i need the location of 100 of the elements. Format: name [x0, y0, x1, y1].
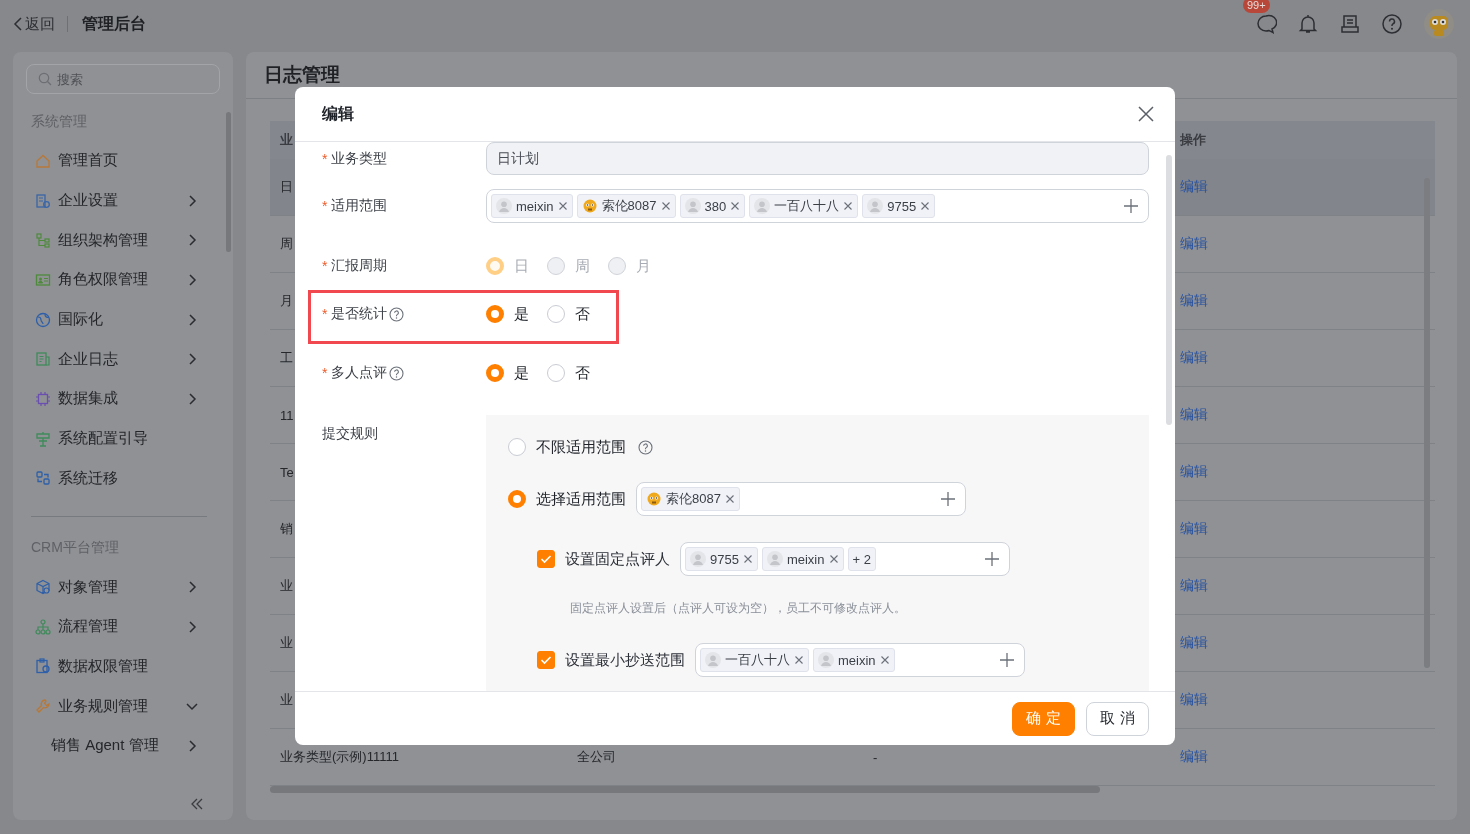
remove-icon[interactable]	[730, 201, 741, 211]
tag-select-field[interactable]: 9755 meixin + 2	[680, 542, 1010, 576]
menu-item[interactable]: 国际化	[26, 299, 220, 340]
user-tag: 一百八十八	[749, 194, 859, 218]
input-field[interactable]: 日计划	[486, 142, 1149, 175]
field-label: 适用范围	[331, 197, 388, 215]
confirm-button[interactable]: 确 定	[1012, 701, 1075, 736]
cancel-button[interactable]: 取 消	[1086, 701, 1149, 736]
field-label: 多人点评	[331, 364, 388, 382]
checkbox[interactable]	[537, 550, 555, 568]
table-cell-text: 业	[280, 634, 294, 652]
close-button[interactable]	[1138, 106, 1154, 122]
bell-icon[interactable]	[1297, 13, 1319, 35]
user-tag: meixin	[491, 194, 573, 218]
add-icon[interactable]	[984, 551, 1000, 567]
required-mark: *	[322, 365, 328, 381]
home-icon	[35, 152, 51, 169]
remove-icon[interactable]	[724, 494, 735, 504]
required-mark: *	[322, 198, 328, 214]
user-avatar-icon[interactable]	[1423, 8, 1455, 40]
chat-icon[interactable]	[1255, 13, 1277, 35]
menu-item[interactable]: 组织架构管理	[26, 220, 220, 261]
user-tag: 9755	[685, 547, 758, 571]
more-count: + 2	[847, 547, 876, 571]
remove-icon[interactable]	[920, 201, 931, 211]
menu-item[interactable]: 管理首页	[26, 141, 220, 181]
user-tag: 索伦8087	[576, 194, 676, 218]
table-cell-text: 月	[280, 292, 294, 310]
menu-item[interactable]: 企业设置	[26, 180, 220, 221]
required-mark: *	[322, 258, 328, 274]
search-icon	[38, 72, 52, 86]
field-label: 业务类型	[331, 149, 388, 168]
user-tag: meixin	[761, 547, 844, 571]
check-icon	[540, 655, 552, 665]
add-icon[interactable]	[1123, 198, 1139, 214]
robot-avatar-icon	[646, 491, 662, 507]
add-icon[interactable]	[999, 652, 1015, 668]
menu-item[interactable]: 系统迁移	[26, 458, 220, 499]
radio-option[interactable]: 是	[486, 363, 529, 383]
chip-icon	[35, 390, 51, 407]
search-field[interactable]: 搜索	[26, 64, 220, 94]
menu-item[interactable]: 数据权限管理	[26, 646, 220, 687]
add-icon[interactable]	[940, 491, 956, 507]
close-icon	[1138, 106, 1154, 122]
user-avatar-icon	[766, 551, 783, 567]
help-icon[interactable]	[638, 439, 653, 455]
table-cell-text: -	[873, 749, 879, 765]
menu-item[interactable]: 系统配置引导	[26, 418, 220, 459]
remove-icon[interactable]	[843, 201, 854, 211]
remove-icon[interactable]	[828, 554, 839, 564]
checkbox-label: 设置固定点评人	[565, 549, 670, 569]
radio-option[interactable]: 不限适用范围	[508, 437, 626, 457]
collapse-icon[interactable]	[190, 798, 204, 810]
scrollbar[interactable]	[270, 786, 1100, 793]
hint-text: 固定点评人设置后（点评人可设为空），员工不可修改点评人。	[570, 600, 907, 616]
globe-icon	[35, 311, 51, 328]
column-header: 操作	[1180, 131, 1207, 149]
wrench-icon	[35, 698, 51, 715]
radio-option[interactable]: 选择适用范围	[508, 489, 626, 509]
remove-icon[interactable]	[557, 201, 568, 211]
menu-item[interactable]: 流程管理	[26, 606, 220, 647]
menu-item[interactable]: 数据集成	[26, 379, 220, 419]
tag-select-field[interactable]: meixin 索伦8087 380 一百八十八 9755	[486, 189, 1149, 223]
table-cell-text: Te	[280, 464, 295, 480]
robot-avatar-icon	[581, 198, 598, 214]
checkbox[interactable]	[537, 651, 555, 669]
user-tag: 380	[679, 194, 746, 218]
tag-select-field[interactable]: 一百八十八 meixin	[695, 643, 1025, 677]
field-label: 是否统计	[331, 305, 388, 323]
radio-option[interactable]: 否	[547, 363, 590, 383]
user-tag: meixin	[813, 648, 895, 672]
field-label: 提交规则	[322, 425, 378, 443]
user-tag: 一百八十八	[700, 648, 809, 672]
remove-icon[interactable]	[879, 655, 890, 665]
user-avatar-icon	[690, 551, 706, 567]
user-avatar-icon	[754, 198, 771, 214]
required-mark: *	[322, 150, 328, 167]
scrollbar[interactable]	[1166, 155, 1172, 425]
menu-item[interactable]: 对象管理	[26, 567, 220, 607]
menu-item[interactable]: 角色权限管理	[26, 260, 220, 300]
remove-icon[interactable]	[794, 655, 804, 665]
menu-item[interactable]: 企业日志	[26, 339, 220, 380]
radio-option[interactable]: 是	[486, 304, 529, 324]
back-button[interactable]: 返回	[13, 14, 55, 34]
remove-icon[interactable]	[660, 201, 671, 211]
help-icon[interactable]	[389, 306, 405, 322]
scrollbar[interactable]	[226, 112, 231, 252]
submenu-item[interactable]: 销售 Agent 管理	[26, 725, 220, 766]
tag-select-field[interactable]: 索伦8087	[636, 482, 966, 516]
help-icon[interactable]	[1381, 13, 1403, 35]
remove-icon[interactable]	[742, 554, 753, 564]
menu-item[interactable]: 业务规则管理	[26, 686, 220, 726]
user-avatar-icon	[818, 652, 834, 668]
dialog-title: 编辑	[322, 103, 354, 124]
table-cell-text: 业	[280, 577, 294, 595]
help-icon[interactable]	[389, 365, 405, 381]
radio-option[interactable]: 否	[547, 304, 590, 324]
user-avatar-icon	[705, 652, 721, 668]
table-cell-text: 业	[280, 691, 294, 709]
document-tray-icon[interactable]	[1339, 13, 1361, 35]
